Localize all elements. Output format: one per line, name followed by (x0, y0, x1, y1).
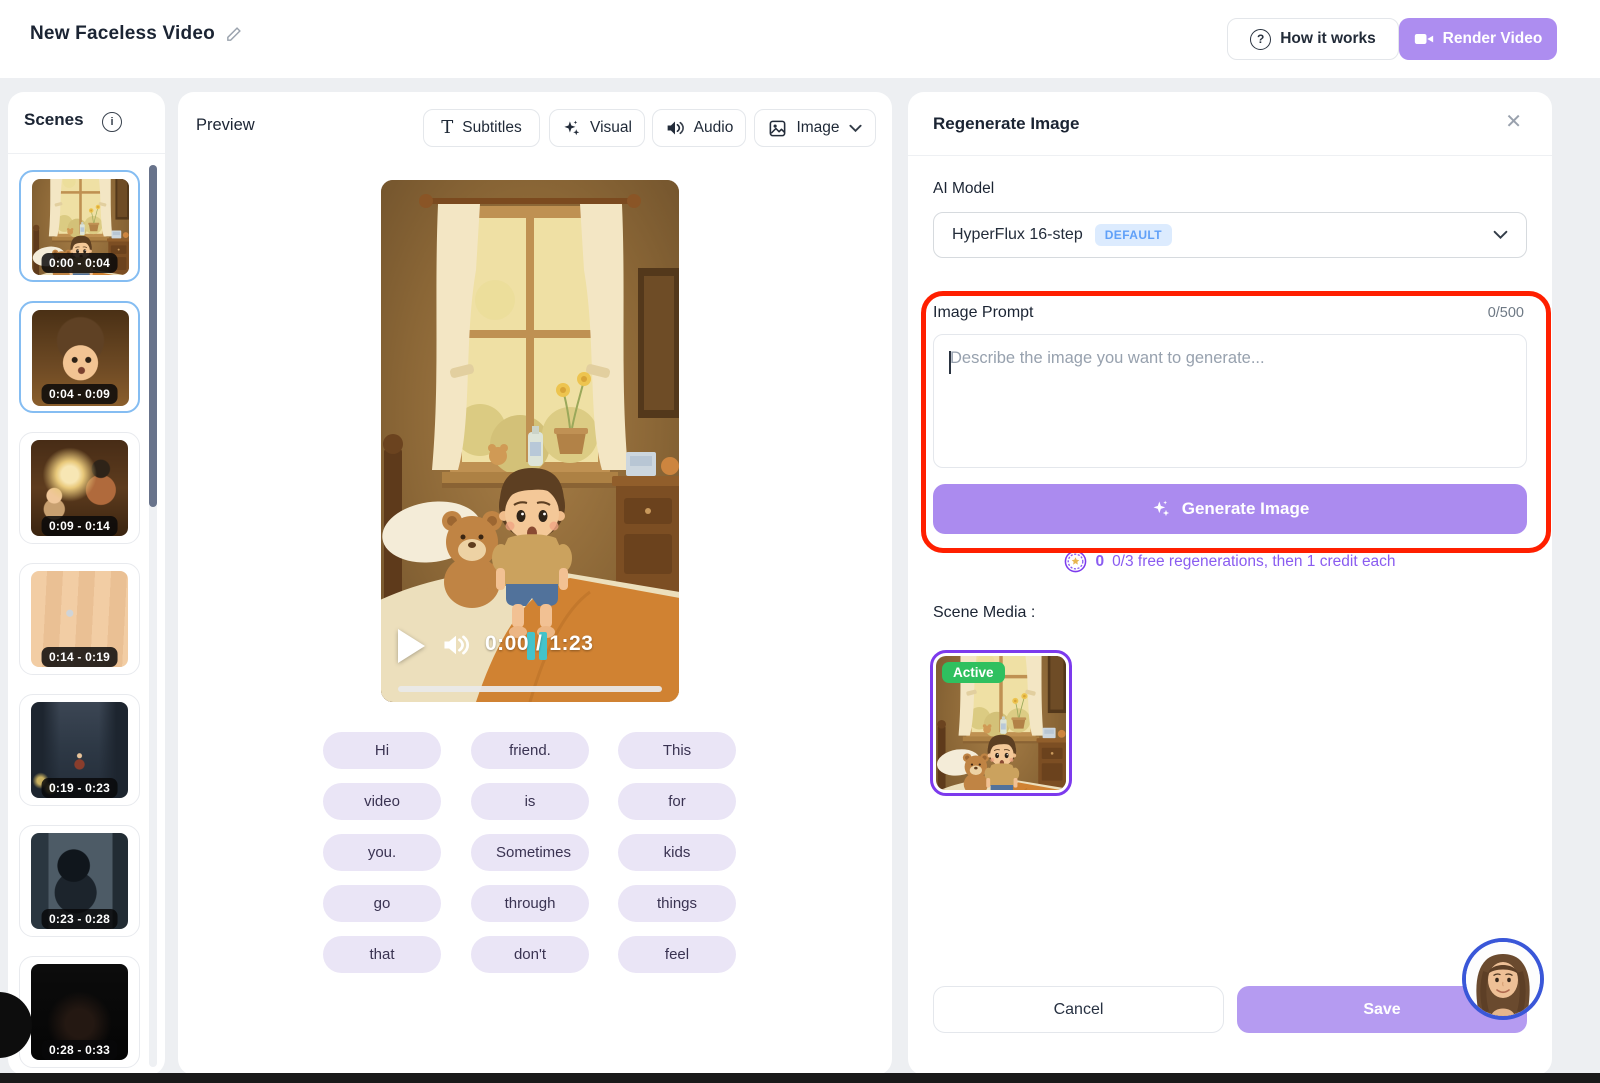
video-frame-art (381, 180, 679, 702)
word-chip[interactable]: go (323, 885, 441, 922)
scene-media-label: Scene Media : (933, 604, 1036, 621)
word-chip[interactable]: kids (618, 834, 736, 871)
scene-2-time: 0:04 - 0:09 (41, 384, 118, 404)
subtitles-icon: T (441, 117, 454, 138)
generate-image-button[interactable]: Generate Image (933, 484, 1527, 534)
sparkles-icon (1151, 499, 1171, 519)
video-player[interactable]: 0:00 / 1:23 (381, 180, 679, 702)
video-camera-icon (1414, 31, 1434, 47)
how-it-works-label: How it works (1280, 30, 1376, 47)
visual-button[interactable]: Visual (549, 109, 645, 147)
preview-panel: Preview T Subtitles Visual Audio Image 0 (178, 92, 892, 1075)
scene-thumbnail-4[interactable]: 0:14 - 0:19 (19, 563, 140, 675)
word-chip[interactable]: friend. (471, 732, 589, 769)
credit-coin-icon (1064, 550, 1087, 573)
divider (8, 153, 165, 154)
bottom-edge-bar (0, 1073, 1600, 1083)
scene-7-time: 0:28 - 0:33 (41, 1040, 118, 1060)
image-dropdown-button[interactable]: Image (754, 109, 876, 147)
close-icon[interactable]: ✕ (1505, 112, 1522, 132)
ai-model-label: AI Model (933, 180, 995, 197)
char-counter: 0/500 (1487, 305, 1524, 321)
word-chip[interactable]: for (618, 783, 736, 820)
chevron-down-icon (1493, 230, 1508, 240)
project-title-text: New Faceless Video (30, 23, 215, 44)
scene-3-time: 0:09 - 0:14 (41, 516, 118, 536)
how-it-works-button[interactable]: ? How it works (1227, 18, 1399, 60)
scene-4-time: 0:14 - 0:19 (41, 647, 118, 667)
word-chip[interactable]: Sometimes (471, 834, 589, 871)
credits-note: 0/3 free regenerations, then 1 credit ea… (1112, 552, 1396, 570)
assistant-avatar[interactable] (1462, 938, 1544, 1020)
scene-6-time: 0:23 - 0:28 (41, 909, 118, 929)
render-video-button[interactable]: Render Video (1399, 18, 1557, 60)
ai-model-select[interactable]: HyperFlux 16-step DEFAULT (933, 212, 1527, 258)
word-chip[interactable]: Hi (323, 732, 441, 769)
render-video-label: Render Video (1442, 30, 1543, 47)
scene-thumbnail-7[interactable]: 0:28 - 0:33 (19, 956, 140, 1068)
visual-label: Visual (590, 119, 632, 136)
scene-5-time: 0:19 - 0:23 (41, 778, 118, 798)
chevron-down-icon (849, 124, 862, 133)
image-prompt-input[interactable] (933, 334, 1527, 468)
generate-image-label: Generate Image (1181, 499, 1310, 518)
credits-info: 0 0/3 free regenerations, then 1 credit … (908, 550, 1552, 573)
scene-thumbnail-1[interactable]: 0:00 - 0:04 (19, 170, 140, 282)
cancel-button[interactable]: Cancel (933, 986, 1224, 1033)
scene-thumbnail-2[interactable]: 0:04 - 0:09 (19, 301, 140, 413)
credits-count: 0 (1095, 552, 1105, 570)
scene-thumbnail-6[interactable]: 0:23 - 0:28 (19, 825, 140, 937)
scene-1-time: 0:00 - 0:04 (41, 253, 118, 273)
word-chip[interactable]: through (471, 885, 589, 922)
word-chip[interactable]: don't (471, 936, 589, 973)
scene-thumbnail-5[interactable]: 0:19 - 0:23 (19, 694, 140, 806)
subtitles-label: Subtitles (462, 119, 522, 136)
word-chip[interactable]: things (618, 885, 736, 922)
scene-thumbnail-3[interactable]: 0:09 - 0:14 (19, 432, 140, 544)
word-chip[interactable]: video (323, 783, 441, 820)
current-time: 0:00 (485, 632, 530, 655)
scenes-title: Scenes (24, 110, 84, 129)
speaker-icon (665, 119, 685, 137)
info-icon[interactable]: i (102, 112, 122, 132)
word-chip[interactable]: is (471, 783, 589, 820)
scenes-scrollbar-thumb[interactable] (149, 165, 157, 507)
edit-title-icon[interactable] (225, 26, 242, 43)
divider (908, 155, 1552, 156)
regenerate-image-panel: Regenerate Image ✕ AI Model HyperFlux 16… (908, 92, 1552, 1075)
word-chip[interactable]: you. (323, 834, 441, 871)
default-badge: DEFAULT (1094, 224, 1172, 246)
subtitles-button[interactable]: T Subtitles (423, 109, 540, 147)
project-title: New Faceless Video (30, 23, 242, 45)
time-display: 0:00 / 1:23 (485, 632, 593, 656)
word-chip[interactable]: that (323, 936, 441, 973)
sparkles-icon (562, 119, 581, 138)
audio-button[interactable]: Audio (652, 109, 746, 147)
panel-title: Regenerate Image (933, 114, 1080, 133)
word-chip[interactable]: This (618, 732, 736, 769)
top-bar: New Faceless Video ? How it works Render… (0, 0, 1600, 78)
active-badge: Active (942, 662, 1005, 683)
volume-button[interactable] (441, 632, 471, 663)
audio-label: Audio (693, 119, 734, 136)
image-prompt-label: Image Prompt (933, 304, 1034, 321)
preview-title: Preview (196, 116, 255, 134)
word-chip[interactable]: feel (618, 936, 736, 973)
progress-bar[interactable] (398, 686, 662, 692)
duration: 1:23 (549, 632, 594, 655)
time-separator: / (536, 632, 543, 655)
model-name: HyperFlux 16-step (952, 226, 1083, 243)
play-button[interactable] (398, 629, 425, 663)
scene-media-thumbnail[interactable]: Active (930, 650, 1072, 796)
image-icon (768, 119, 787, 138)
scenes-panel: Scenes i 0:00 - 0:04 0:04 - 0:09 0:09 - … (8, 92, 165, 1075)
image-label: Image (796, 119, 840, 136)
help-icon: ? (1250, 28, 1272, 50)
